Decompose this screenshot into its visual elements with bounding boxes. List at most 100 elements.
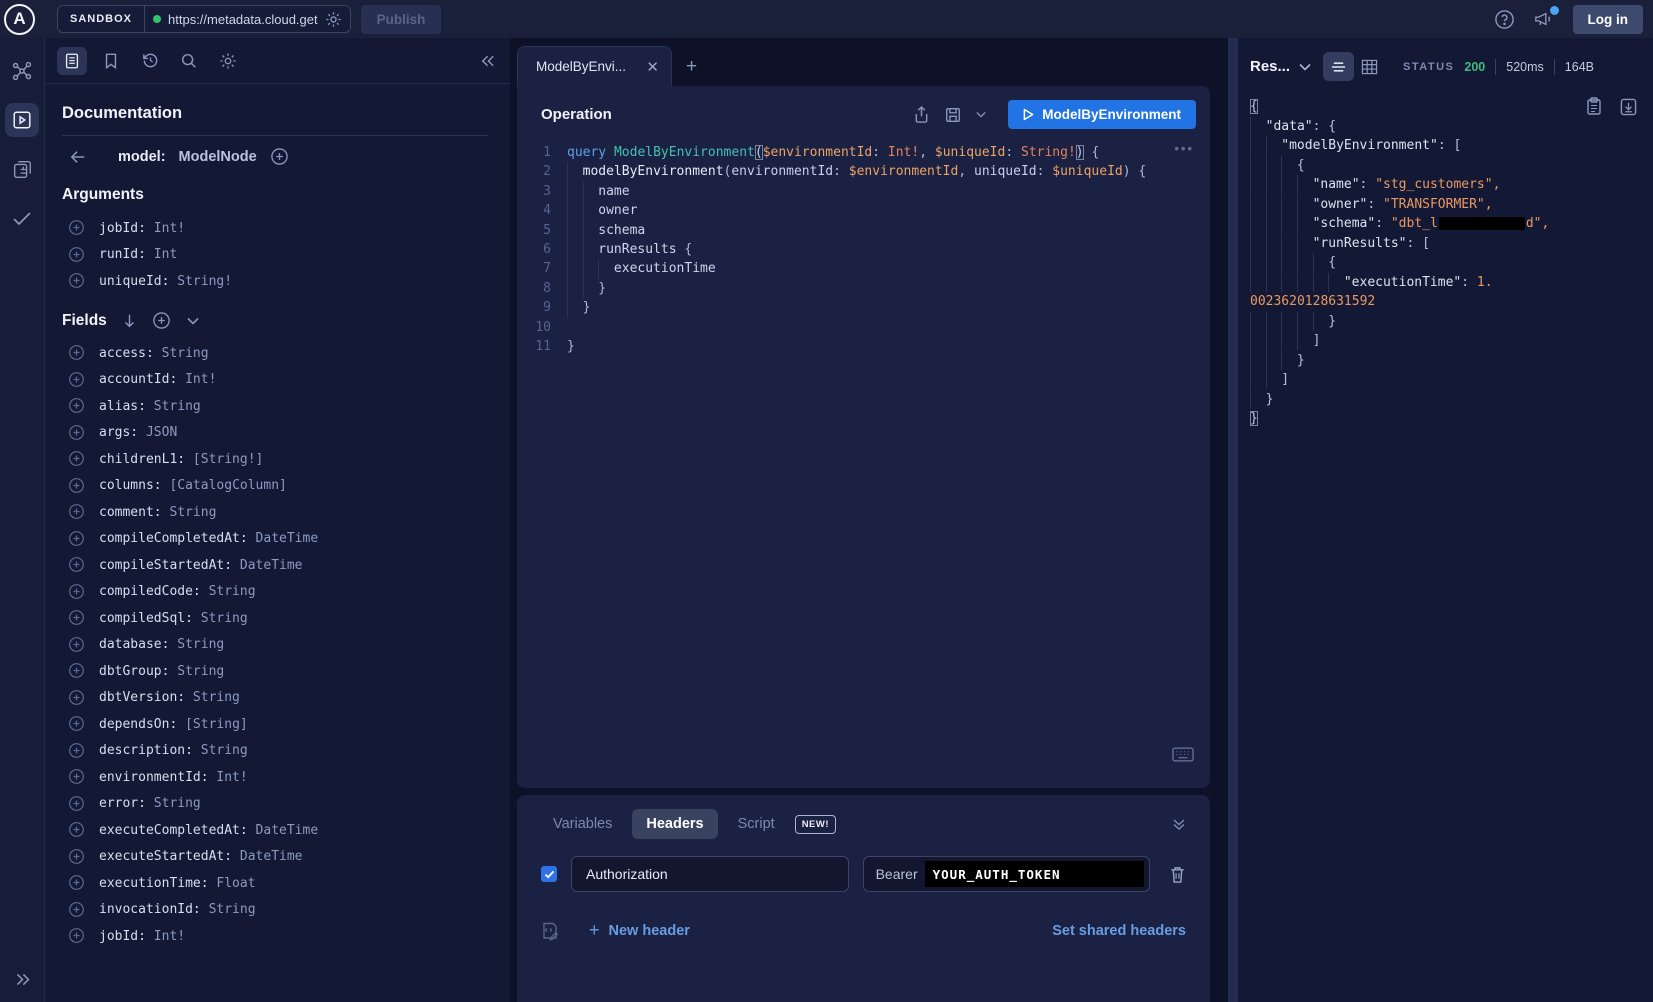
- field-row[interactable]: error: String: [62, 795, 488, 812]
- add-field-icon[interactable]: [68, 662, 85, 679]
- schema-graph-icon[interactable]: [5, 54, 39, 88]
- add-field-icon[interactable]: [68, 609, 85, 626]
- expand-rail-icon[interactable]: [14, 971, 31, 988]
- add-field-icon[interactable]: [68, 477, 85, 494]
- explorer-settings-gear-icon[interactable]: [213, 47, 243, 75]
- endpoint-settings-gear-icon[interactable]: [325, 11, 342, 28]
- search-icon[interactable]: [174, 47, 204, 75]
- field-row[interactable]: executeCompletedAt: DateTime: [62, 821, 488, 838]
- delete-header-icon[interactable]: [1169, 865, 1186, 884]
- field-row[interactable]: dbtVersion: String: [62, 689, 488, 706]
- field-row[interactable]: alias: String: [62, 397, 488, 414]
- response-json[interactable]: {"data": {"modelByEnvironment": [{"name"…: [1250, 95, 1653, 429]
- field-row[interactable]: jobId: Int!: [62, 927, 488, 944]
- add-field-icon[interactable]: [68, 715, 85, 732]
- new-tab-icon[interactable]: +: [686, 56, 697, 78]
- operation-tab[interactable]: ModelByEnvi... ✕: [517, 46, 672, 86]
- add-field-icon[interactable]: [68, 219, 85, 236]
- copy-response-icon[interactable]: [1586, 97, 1602, 116]
- field-row[interactable]: compiledSql: String: [62, 609, 488, 626]
- add-field-icon[interactable]: [68, 530, 85, 547]
- collapse-request-panel-icon[interactable]: [1172, 817, 1186, 831]
- add-fields-icon[interactable]: [152, 311, 171, 330]
- raw-view-toggle-icon[interactable]: [1323, 52, 1354, 81]
- add-field-icon[interactable]: [68, 450, 85, 467]
- endpoint-url[interactable]: https://metadata.cloud.get: [168, 12, 318, 27]
- operation-editor[interactable]: ••• 1query ModelByEnvironment($environme…: [517, 139, 1210, 788]
- field-row[interactable]: environmentId: Int!: [62, 768, 488, 785]
- set-shared-headers-link[interactable]: Set shared headers: [1052, 923, 1186, 939]
- add-field-icon[interactable]: [68, 821, 85, 838]
- endpoint-url-box[interactable]: SANDBOX https://metadata.cloud.get: [57, 5, 351, 33]
- table-view-toggle-icon[interactable]: [1354, 52, 1385, 81]
- field-row[interactable]: comment: String: [62, 503, 488, 520]
- field-row[interactable]: accountId: Int!: [62, 371, 488, 388]
- add-field-icon[interactable]: [68, 246, 85, 263]
- sandbox-collection-icon[interactable]: [5, 152, 39, 186]
- sort-fields-icon[interactable]: [123, 313, 136, 329]
- add-field-icon[interactable]: [68, 689, 85, 706]
- field-row[interactable]: description: String: [62, 742, 488, 759]
- add-field-icon[interactable]: [68, 636, 85, 653]
- field-row[interactable]: dbtGroup: String: [62, 662, 488, 679]
- field-row[interactable]: columns: [CatalogColumn]: [62, 477, 488, 494]
- add-field-icon[interactable]: [68, 927, 85, 944]
- field-row[interactable]: dependsOn: [String]: [62, 715, 488, 732]
- field-row[interactable]: compileStartedAt: DateTime: [62, 556, 488, 573]
- help-icon[interactable]: [1494, 9, 1515, 30]
- add-field-icon[interactable]: [68, 795, 85, 812]
- documentation-tab-icon[interactable]: [57, 47, 87, 75]
- field-row[interactable]: compileCompletedAt: DateTime: [62, 530, 488, 547]
- tab-variables[interactable]: Variables: [541, 809, 624, 839]
- field-row[interactable]: compiledCode: String: [62, 583, 488, 600]
- header-value-input[interactable]: Bearer YOUR_AUTH_TOKEN: [863, 856, 1150, 892]
- run-operation-button[interactable]: ModelByEnvironment: [1008, 100, 1196, 129]
- tab-script[interactable]: Script: [726, 809, 787, 839]
- login-button[interactable]: Log in: [1573, 5, 1644, 34]
- history-icon[interactable]: [135, 47, 165, 75]
- response-dropdown-chevron-icon[interactable]: [1299, 63, 1311, 71]
- environment-variables-icon[interactable]: [541, 921, 559, 941]
- add-all-fields-icon[interactable]: [270, 147, 289, 166]
- field-row[interactable]: database: String: [62, 636, 488, 653]
- saved-operations-bookmark-icon[interactable]: [96, 47, 126, 75]
- add-field-icon[interactable]: [68, 272, 85, 289]
- add-field-icon[interactable]: [68, 874, 85, 891]
- add-field-icon[interactable]: [68, 424, 85, 441]
- tab-headers[interactable]: Headers: [632, 809, 717, 839]
- download-response-icon[interactable]: [1620, 97, 1637, 116]
- field-row[interactable]: runId: Int: [62, 246, 488, 263]
- checks-icon[interactable]: [5, 201, 39, 235]
- field-row[interactable]: executeStartedAt: DateTime: [62, 848, 488, 865]
- add-field-icon[interactable]: [68, 848, 85, 865]
- editor-more-options-icon[interactable]: •••: [1174, 141, 1194, 156]
- header-key-input[interactable]: [571, 856, 849, 892]
- fields-options-chevron-down-icon[interactable]: [187, 317, 199, 325]
- header-enabled-checkbox[interactable]: [541, 866, 557, 882]
- close-tab-icon[interactable]: ✕: [646, 58, 659, 76]
- new-header-button[interactable]: + New header: [589, 920, 690, 941]
- add-field-icon[interactable]: [68, 556, 85, 573]
- add-field-icon[interactable]: [68, 344, 85, 361]
- add-field-icon[interactable]: [68, 583, 85, 600]
- save-options-chevron-down-icon[interactable]: [976, 111, 986, 118]
- announcements-megaphone-icon[interactable]: [1533, 9, 1555, 29]
- field-row[interactable]: childrenL1: [String!]: [62, 450, 488, 467]
- add-field-icon[interactable]: [68, 503, 85, 520]
- add-field-icon[interactable]: [68, 901, 85, 918]
- field-row[interactable]: invocationId: String: [62, 901, 488, 918]
- add-field-icon[interactable]: [68, 768, 85, 785]
- field-row[interactable]: args: JSON: [62, 424, 488, 441]
- field-row[interactable]: executionTime: Float: [62, 874, 488, 891]
- add-field-icon[interactable]: [68, 397, 85, 414]
- add-field-icon[interactable]: [68, 742, 85, 759]
- field-row[interactable]: jobId: Int!: [62, 219, 488, 236]
- explorer-icon[interactable]: [5, 103, 39, 137]
- keyboard-shortcuts-icon[interactable]: [1172, 747, 1194, 762]
- add-field-icon[interactable]: [68, 371, 85, 388]
- field-row[interactable]: uniqueId: String!: [62, 272, 488, 289]
- apollo-logo[interactable]: A: [4, 4, 35, 35]
- pane-resizer[interactable]: [1228, 38, 1238, 1002]
- save-operation-icon[interactable]: [944, 106, 962, 124]
- breadcrumb-type-link[interactable]: ModelNode: [179, 149, 257, 165]
